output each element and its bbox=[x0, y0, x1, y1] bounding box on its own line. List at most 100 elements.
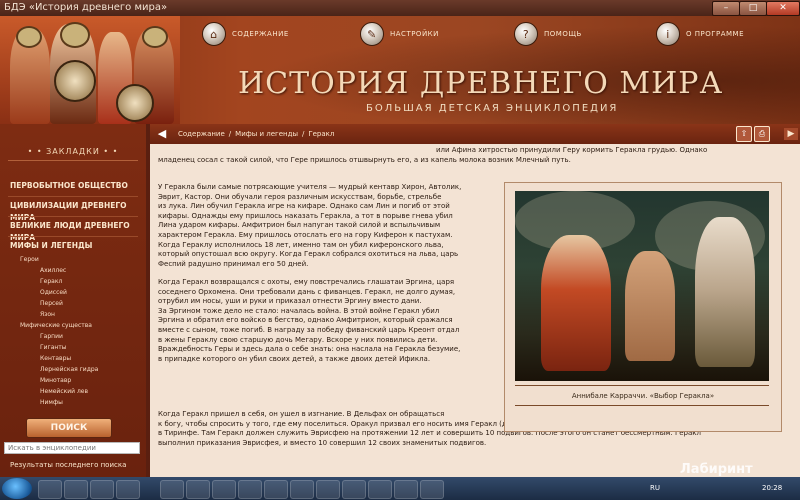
nav-myths-legends[interactable]: МИФЫ И ЛЕГЕНДЫ bbox=[10, 240, 92, 252]
close-button[interactable]: ✕ bbox=[766, 1, 800, 16]
tree-item-nemean-lion[interactable]: Немейский лев bbox=[40, 388, 88, 396]
taskbar-app-icon[interactable] bbox=[90, 480, 114, 499]
taskbar-app-icon[interactable] bbox=[368, 480, 392, 499]
tree-item-harpies[interactable]: Гарпии bbox=[40, 333, 63, 341]
warriors-image bbox=[0, 16, 180, 124]
breadcrumb: Содержание / Мифы и легенды / Геракл bbox=[178, 124, 334, 144]
minimize-icon: – bbox=[723, 3, 729, 13]
p1-line: Эврит, Кастор. Они обучали героя различн… bbox=[158, 192, 442, 201]
tree-item-achilles[interactable]: Ахиллес bbox=[40, 267, 66, 275]
taskbar-app-icon[interactable] bbox=[290, 480, 314, 499]
app-window: БДЭ «История древнего мира» – □ ✕ ⌂ СОДЕ… bbox=[0, 0, 800, 500]
bookmark-add-button[interactable]: ⇧ bbox=[736, 126, 752, 142]
article-pane: ◀ Содержание / Мифы и легенды / Геракл ⇧… bbox=[150, 124, 800, 477]
tree-item-nymphs[interactable]: Нимфы bbox=[40, 399, 63, 407]
taskbar-app-icon[interactable] bbox=[238, 480, 262, 499]
taskbar-app-icon[interactable] bbox=[316, 480, 340, 499]
breadcrumb-current: Геракл bbox=[308, 130, 335, 138]
print-button[interactable]: ⎙ bbox=[754, 126, 770, 142]
tree-item-heroes[interactable]: Герои bbox=[20, 256, 39, 264]
bookmark-icon: ⇧ bbox=[740, 129, 748, 138]
article-text: или Афина хитростью принудили Геру корми… bbox=[150, 144, 800, 477]
app-subtitle: БОЛЬШАЯ ДЕТСКАЯ ЭНЦИКЛОПЕДИЯ bbox=[366, 103, 619, 114]
maximize-icon: □ bbox=[748, 3, 758, 13]
menu-help[interactable]: ? ПОМОЩЬ bbox=[514, 20, 582, 48]
p3-line: Когда Геракл пришел в себя, он ушел в из… bbox=[158, 410, 445, 418]
tree-item-mythical-creatures[interactable]: Мифические существа bbox=[20, 322, 92, 330]
tree-item-giants[interactable]: Гиганты bbox=[40, 344, 67, 352]
bookmarks-title: • • ЗАКЛАДКИ • • bbox=[27, 147, 119, 156]
sidebar: • • ЗАКЛАДКИ • • ПЕРВОБЫТНОЕ ОБЩЕСТВО ЦИ… bbox=[0, 124, 146, 477]
p2-line: вместе с сыном, тоже погиб. В награду за… bbox=[158, 326, 460, 334]
tree-item-minotaur[interactable]: Минотавр bbox=[40, 377, 71, 385]
menu-contents[interactable]: ⌂ СОДЕРЖАНИЕ bbox=[202, 20, 289, 48]
painting-figure: Аннибале Карраччи. «Выбор Геракла» bbox=[504, 182, 782, 432]
maximize-button[interactable]: □ bbox=[739, 1, 767, 16]
taskbar-app-icon[interactable] bbox=[212, 480, 236, 499]
tree-item-heracles[interactable]: Геракл bbox=[40, 278, 62, 286]
taskbar-app-icon[interactable] bbox=[116, 480, 140, 499]
taskbar-app-icon[interactable] bbox=[264, 480, 288, 499]
p2-line: Враждебность Геры и здесь дала о себе зн… bbox=[158, 345, 461, 354]
taskbar-app-icon[interactable] bbox=[186, 480, 210, 499]
close-icon: ✕ bbox=[779, 3, 787, 13]
search-input[interactable] bbox=[4, 442, 140, 454]
app-header: ⌂ СОДЕРЖАНИЕ ✎ НАСТРОЙКИ ? ПОМОЩЬ i О ПР… bbox=[0, 16, 800, 124]
taskbar-app-icon[interactable] bbox=[394, 480, 418, 499]
painting-image[interactable] bbox=[515, 191, 769, 381]
app-logo-title: ИСТОРИЯ ДРЕВНЕГО МИРА bbox=[238, 66, 724, 101]
watermark-logo: Лабиринт bbox=[680, 462, 753, 477]
taskbar: RU 20:28 bbox=[0, 477, 800, 500]
p2-line: в жены Гераклу свою старшую дочь Мегару.… bbox=[158, 335, 438, 344]
tree-item-perseus[interactable]: Персей bbox=[40, 300, 63, 308]
p1-line: Лина ударом кифары. Амфитрион был напуга… bbox=[158, 221, 441, 230]
tree-item-hydra[interactable]: Лернейская гидра bbox=[40, 366, 98, 374]
taskbar-app-icon[interactable] bbox=[64, 480, 88, 499]
clock[interactable]: 20:28 bbox=[762, 484, 782, 492]
menu-settings[interactable]: ✎ НАСТРОЙКИ bbox=[360, 20, 439, 48]
p2-line: в припадке которого он убил своих детей,… bbox=[158, 354, 431, 363]
breadcrumb-separator: / bbox=[301, 130, 305, 138]
window-title: БДЭ «История древнего мира» bbox=[4, 2, 168, 13]
taskbar-app-icon[interactable] bbox=[342, 480, 366, 499]
language-indicator[interactable]: RU bbox=[650, 484, 660, 492]
wrench-icon: ✎ bbox=[360, 22, 384, 46]
p1-line: из лука. Лин обучил Геракла игре на кифа… bbox=[158, 202, 450, 211]
breadcrumb-contents[interactable]: Содержание bbox=[178, 130, 225, 138]
p2-line: За Эргином тоже дело не стало: началась … bbox=[158, 306, 440, 315]
tree-item-odysseus[interactable]: Одиссей bbox=[40, 289, 67, 297]
p2-line: отрубил им носы, уши и руки и приказал о… bbox=[158, 297, 422, 306]
info-icon: i bbox=[656, 22, 680, 46]
p1-line: У Геракла были самые потрясающие учителя… bbox=[158, 183, 462, 191]
nav-primitive-society[interactable]: ПЕРВОБЫТНОЕ ОБЩЕСТВО bbox=[10, 180, 128, 192]
taskbar-app-icon[interactable] bbox=[160, 480, 184, 499]
title-bar: БДЭ «История древнего мира» – □ ✕ bbox=[0, 0, 800, 16]
p2-line: соседнего Орхомена. Они требовали дань с… bbox=[158, 287, 456, 296]
p2-line: Эргина и обратил его войско в бегство, о… bbox=[158, 316, 453, 325]
menu-about[interactable]: i О ПРОГРАММЕ bbox=[656, 20, 744, 48]
minimize-button[interactable]: – bbox=[712, 1, 740, 16]
system-tray: RU 20:28 bbox=[646, 477, 800, 500]
breadcrumb-myths[interactable]: Мифы и легенды bbox=[235, 130, 298, 138]
p1-line: Когда Гераклу исполнилось 18 лет, именно… bbox=[158, 240, 444, 249]
search-button[interactable]: ПОИСК bbox=[26, 418, 112, 438]
breadcrumb-bar: ◀ Содержание / Мифы и легенды / Геракл ⇧… bbox=[150, 124, 800, 144]
back-arrow-icon[interactable]: ◀ bbox=[152, 127, 172, 141]
taskbar-app-icon[interactable] bbox=[420, 480, 444, 499]
home-icon: ⌂ bbox=[202, 22, 226, 46]
p3-line: выполнил приказания Эврисфея, и вместо 1… bbox=[158, 438, 487, 447]
last-search-results-link[interactable]: Результаты последнего поиска bbox=[10, 460, 126, 470]
tree-item-centaurs[interactable]: Кентавры bbox=[40, 355, 71, 363]
intro-line: или Афина хитростью принудили Геру корми… bbox=[436, 146, 708, 154]
tree-item-jason[interactable]: Язон bbox=[40, 311, 55, 319]
p1-line: кифары. Однажды ему пришлось наказать Ге… bbox=[158, 211, 453, 220]
myths-tree: Герои Ахиллес Геракл Одиссей Персей Язон… bbox=[0, 254, 146, 414]
p2-line: Когда Геракл возвращался с охоты, ему по… bbox=[158, 278, 455, 286]
taskbar-app-icon[interactable] bbox=[38, 480, 62, 499]
start-button[interactable] bbox=[2, 478, 32, 499]
forward-arrow-icon[interactable]: ▶ bbox=[784, 128, 798, 140]
top-menu: ⌂ СОДЕРЖАНИЕ ✎ НАСТРОЙКИ ? ПОМОЩЬ i О ПР… bbox=[190, 20, 750, 48]
p1-line: характером Геракла. Ему пришлось отослат… bbox=[158, 231, 453, 239]
p1-line: Феспий радушно принимал его 50 дней. bbox=[158, 259, 309, 268]
printer-icon: ⎙ bbox=[758, 129, 766, 138]
